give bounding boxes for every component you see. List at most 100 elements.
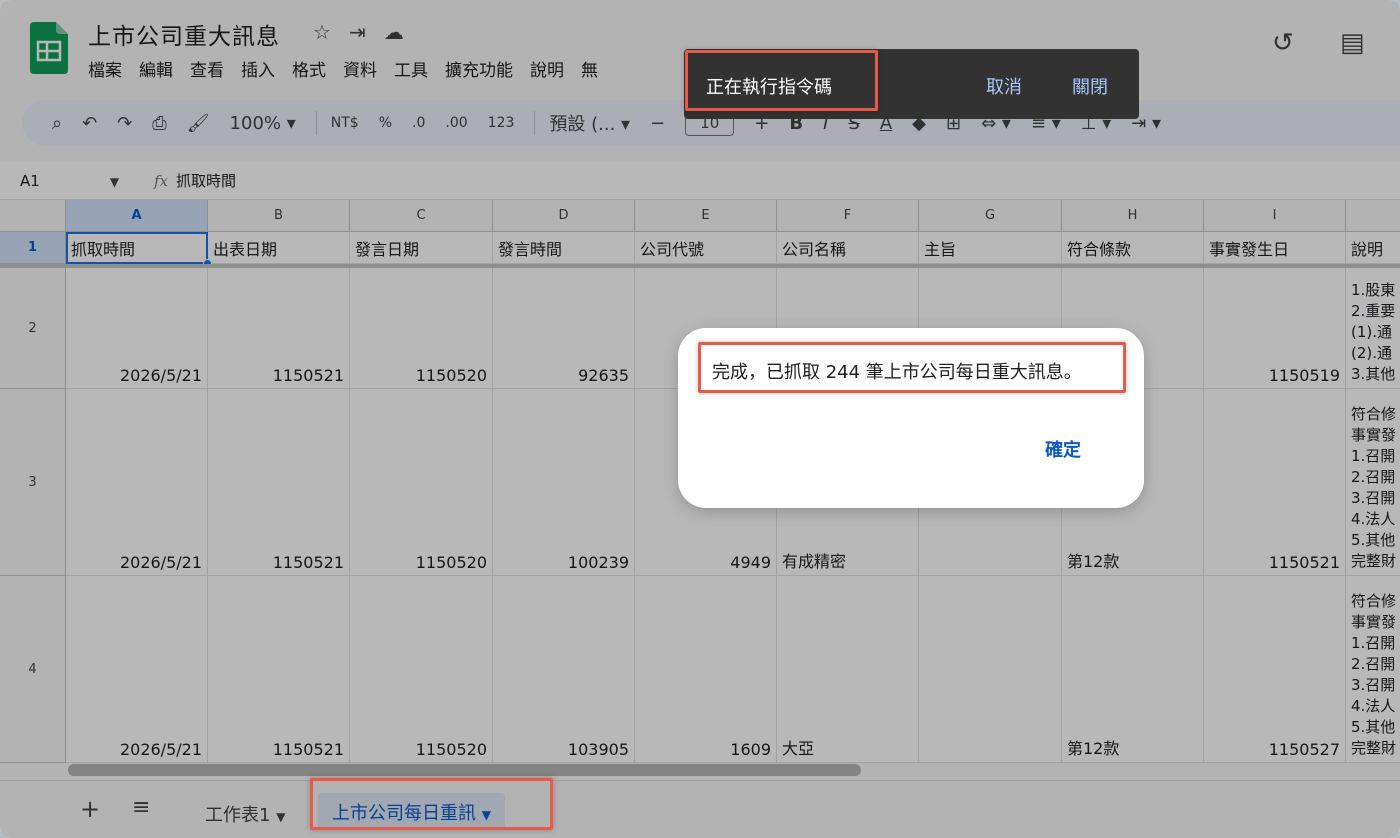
cell-f4[interactable]: 大亞 xyxy=(777,576,919,763)
menu-tools[interactable]: 工具 xyxy=(394,56,428,81)
dialog-ok-button[interactable]: 確定 xyxy=(1045,436,1081,462)
cell-i3[interactable]: 1150521 xyxy=(1204,389,1346,576)
star-icon[interactable]: ☆ xyxy=(313,20,331,44)
column-header-a[interactable]: A xyxy=(66,200,208,232)
column-header-d[interactable]: D xyxy=(493,200,635,232)
search-icon[interactable]: ⌕ xyxy=(52,113,62,134)
snackbar-close-button[interactable]: 關閉 xyxy=(1072,73,1108,99)
description-line: 1.股東 xyxy=(1351,281,1396,299)
column-header-j[interactable] xyxy=(1346,200,1400,232)
formula-input[interactable]: 抓取時間 xyxy=(176,170,236,191)
cell-c2[interactable]: 1150520 xyxy=(350,268,493,389)
paint-format-icon[interactable]: 🖌︎ xyxy=(187,113,210,134)
decrease-decimal-button[interactable]: .0 xyxy=(412,115,425,131)
row-header-3[interactable]: 3 xyxy=(0,389,66,576)
more-formats-button[interactable]: 123 xyxy=(488,115,515,131)
currency-format-button[interactable]: NT$ xyxy=(331,115,359,131)
cell-i2[interactable]: 1150519 xyxy=(1204,268,1346,389)
cell-a4[interactable]: 2026/5/21 xyxy=(66,576,208,763)
row-header-4[interactable]: 4 xyxy=(0,576,66,763)
snackbar-cancel-button[interactable]: 取消 xyxy=(986,73,1022,99)
font-value: 預設 (... xyxy=(549,114,616,135)
name-box-dropdown-icon[interactable]: ▼ xyxy=(110,175,119,189)
menu-insert[interactable]: 插入 xyxy=(241,56,275,81)
description-line: 事實發 xyxy=(1351,426,1397,444)
script-running-snackbar: 正在執行指令碼 取消 關閉 xyxy=(684,49,1139,119)
description-line: 符合修 xyxy=(1351,405,1397,423)
column-header-b[interactable]: B xyxy=(208,200,350,232)
snackbar-message: 正在執行指令碼 xyxy=(706,77,832,98)
cell-reference: A1 xyxy=(20,171,40,190)
cell-i1[interactable]: 事實發生日 xyxy=(1204,232,1346,264)
comments-icon[interactable]: ▤ xyxy=(1340,28,1365,58)
font-size-decrease-button[interactable]: − xyxy=(650,113,665,134)
menu-edit[interactable]: 編輯 xyxy=(139,56,173,81)
cell-g1[interactable]: 主旨 xyxy=(919,232,1062,264)
column-header-g[interactable]: G xyxy=(919,200,1062,232)
cell-a1[interactable]: 抓取時間 xyxy=(66,232,208,264)
cell-c1[interactable]: 發言日期 xyxy=(350,232,493,264)
document-title[interactable]: 上市公司重大訊息 xyxy=(88,17,280,51)
cell-d3[interactable]: 100239 xyxy=(493,389,635,576)
cell-j4[interactable]: 符合修 事實發 1.召開 2.召開 3.召開 4.法人 5.其他 完整財 xyxy=(1346,576,1400,763)
undo-icon[interactable]: ↶ xyxy=(82,113,97,134)
cell-e1[interactable]: 公司代號 xyxy=(635,232,777,264)
cell-c3[interactable]: 1150520 xyxy=(350,389,493,576)
cell-j3[interactable]: 符合修 事實發 1.召開 2.召開 3.召開 4.法人 5.其他 完整財 xyxy=(1346,389,1400,576)
cell-h1[interactable]: 符合條款 xyxy=(1062,232,1204,264)
select-all-corner[interactable] xyxy=(0,200,66,232)
menu-format[interactable]: 格式 xyxy=(292,56,326,81)
cell-b2[interactable]: 1150521 xyxy=(208,268,350,389)
description-line: 2.召開 xyxy=(1351,468,1396,486)
all-sheets-button[interactable]: ≡ xyxy=(132,795,150,820)
horizontal-scrollbar[interactable] xyxy=(68,764,861,776)
cell-a3[interactable]: 2026/5/21 xyxy=(66,389,208,576)
cell-b1[interactable]: 出表日期 xyxy=(208,232,350,264)
cell-h4[interactable]: 第12款 xyxy=(1062,576,1204,763)
cell-j2[interactable]: 1.股東 2.重要 (1).通 (2).通 3.其他 xyxy=(1346,268,1400,389)
dialog-message: 完成，已抓取 244 筆上市公司每日重大訊息。 xyxy=(712,362,1082,383)
row-header-2[interactable]: 2 xyxy=(0,268,66,389)
cell-g4[interactable] xyxy=(919,576,1062,763)
print-icon[interactable]: ⎙ xyxy=(152,113,166,134)
cell-d2[interactable]: 92635 xyxy=(493,268,635,389)
cell-a2[interactable]: 2026/5/21 xyxy=(66,268,208,389)
increase-decimal-button[interactable]: .00 xyxy=(445,115,467,131)
percent-format-button[interactable]: % xyxy=(379,115,392,131)
menu-view[interactable]: 查看 xyxy=(190,56,224,81)
cell-b4[interactable]: 1150521 xyxy=(208,576,350,763)
version-history-icon[interactable]: ↺ xyxy=(1272,28,1294,58)
column-header-c[interactable]: C xyxy=(350,200,493,232)
font-select[interactable]: 預設 (... ▾ xyxy=(549,110,630,136)
menu-help[interactable]: 說明 xyxy=(530,56,564,81)
cloud-status-icon[interactable]: ☁ xyxy=(384,20,404,44)
cell-d4[interactable]: 103905 xyxy=(493,576,635,763)
menu-accessibility[interactable]: 無 xyxy=(581,56,598,81)
tab-sheet1[interactable]: 工作表1 ▼ xyxy=(205,801,285,827)
column-header-e[interactable]: E xyxy=(635,200,777,232)
row-header-1[interactable]: 1 xyxy=(0,232,66,264)
cell-d1[interactable]: 發言時間 xyxy=(493,232,635,264)
name-box[interactable]: A1 ▼ xyxy=(0,171,119,190)
sheets-logo-icon[interactable] xyxy=(30,22,68,74)
cell-j1[interactable]: 說明 xyxy=(1346,232,1400,264)
zoom-select[interactable]: 100% ▾ xyxy=(230,113,296,134)
cell-f1[interactable]: 公司名稱 xyxy=(777,232,919,264)
menu-file[interactable]: 檔案 xyxy=(88,56,122,81)
move-folder-icon[interactable]: ⇥ xyxy=(349,20,366,44)
description-line: 事實發 xyxy=(1351,613,1397,631)
cell-b3[interactable]: 1150521 xyxy=(208,389,350,576)
menu-data[interactable]: 資料 xyxy=(343,56,377,81)
sheet-tab-bar: + ≡ 工作表1 ▼ 上市公司每日重訊 ▼ xyxy=(0,780,1400,838)
add-sheet-button[interactable]: + xyxy=(80,795,100,823)
redo-icon[interactable]: ↷ xyxy=(117,113,132,134)
column-header-i[interactable]: I xyxy=(1204,200,1346,232)
menu-extensions[interactable]: 擴充功能 xyxy=(445,56,513,81)
cell-e4[interactable]: 1609 xyxy=(635,576,777,763)
column-header-h[interactable]: H xyxy=(1062,200,1204,232)
toolbar-divider xyxy=(534,111,536,135)
cell-c4[interactable]: 1150520 xyxy=(350,576,493,763)
cell-i4[interactable]: 1150527 xyxy=(1204,576,1346,763)
column-header-f[interactable]: F xyxy=(777,200,919,232)
tab-daily-announcements[interactable]: 上市公司每日重訊 ▼ xyxy=(318,793,505,829)
